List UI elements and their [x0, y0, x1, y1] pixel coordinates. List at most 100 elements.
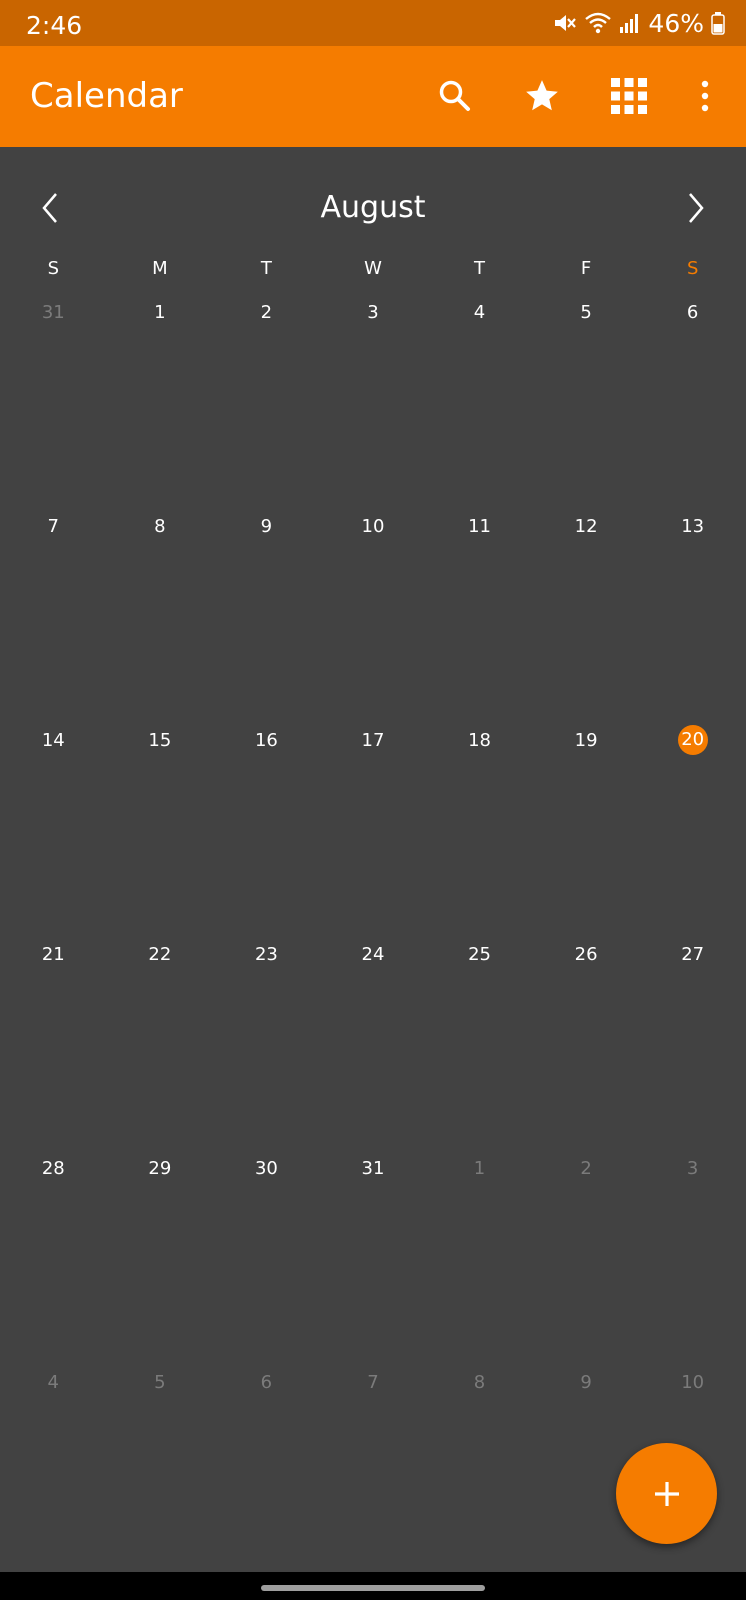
- day-number: 1: [473, 1158, 486, 1179]
- weekday-label: W: [364, 258, 382, 279]
- wifi-icon: [584, 10, 612, 36]
- day-number: 7: [367, 1372, 379, 1393]
- day-number: 7: [47, 516, 59, 537]
- day-number: 4: [473, 302, 486, 323]
- day-number: 13: [681, 516, 705, 537]
- day-cell[interactable]: 2: [533, 1142, 640, 1356]
- day-number: 1: [154, 302, 166, 323]
- search-icon: [439, 80, 470, 111]
- day-number: 23: [254, 944, 278, 965]
- signal-icon: [618, 10, 642, 36]
- add-event-button[interactable]: [616, 1443, 717, 1544]
- day-cell[interactable]: 21: [0, 928, 107, 1142]
- day-cell[interactable]: 7: [0, 500, 107, 714]
- day-number: 31: [41, 302, 65, 323]
- status-icons: 46%: [552, 8, 726, 38]
- day-cell[interactable]: 3: [639, 1142, 746, 1356]
- calendar-screen: 2:46 46% Calendar August S M T W T F S 3…: [0, 0, 746, 1600]
- day-cell[interactable]: 28: [0, 1142, 107, 1356]
- day-number: 2: [580, 1158, 592, 1179]
- day-cell[interactable]: 23: [213, 928, 320, 1142]
- week-row: 28 29 30 31 1 2 3: [0, 1142, 746, 1356]
- day-number: 6: [686, 302, 699, 323]
- day-cell[interactable]: 7: [320, 1356, 427, 1570]
- day-number: 25: [468, 944, 491, 965]
- day-number: 31: [361, 1158, 385, 1179]
- day-cell[interactable]: 1: [107, 286, 214, 500]
- day-number: 19: [574, 730, 598, 751]
- day-cell[interactable]: 9: [533, 1356, 640, 1570]
- day-cell[interactable]: 18: [426, 714, 533, 928]
- day-cell[interactable]: 24: [320, 928, 427, 1142]
- day-cell[interactable]: 31: [320, 1142, 427, 1356]
- day-number: 15: [148, 730, 172, 751]
- weekday-header: S M T W T F S: [0, 258, 746, 288]
- day-cell[interactable]: 8: [107, 500, 214, 714]
- day-number: 10: [361, 516, 385, 537]
- day-number: 10: [681, 1372, 705, 1393]
- more-options-button[interactable]: [679, 70, 731, 122]
- day-cell[interactable]: 13: [639, 500, 746, 714]
- day-cell[interactable]: 11: [426, 500, 533, 714]
- home-indicator[interactable]: [261, 1585, 485, 1591]
- day-number: 21: [41, 944, 65, 965]
- day-cell[interactable]: 27: [639, 928, 746, 1142]
- day-number: 3: [686, 1158, 699, 1179]
- weekday-label: F: [580, 258, 592, 279]
- day-cell[interactable]: 29: [107, 1142, 214, 1356]
- weekday-label: S: [686, 258, 699, 279]
- day-cell[interactable]: 30: [213, 1142, 320, 1356]
- app-bar: Calendar: [0, 46, 746, 147]
- day-number: 24: [361, 944, 385, 965]
- day-cell[interactable]: 31: [0, 286, 107, 500]
- day-cell-today[interactable]: 20: [639, 714, 746, 928]
- day-number: 12: [574, 516, 598, 537]
- day-cell[interactable]: 1: [426, 1142, 533, 1356]
- weekday-label: T: [260, 258, 272, 279]
- day-cell[interactable]: 4: [426, 286, 533, 500]
- month-grid: 31 1 2 3 4 5 6 7 8 9 10 11 12 13 14 15 16 17 18 19 20 21 22 23 2…: [0, 286, 746, 1570]
- day-cell[interactable]: 6: [639, 286, 746, 500]
- day-cell[interactable]: 9: [213, 500, 320, 714]
- month-header: August: [0, 147, 746, 267]
- week-row: 31 1 2 3 4 5 6: [0, 286, 746, 500]
- day-cell[interactable]: 6: [213, 1356, 320, 1570]
- next-month-button[interactable]: [676, 183, 716, 233]
- day-cell[interactable]: 10: [320, 500, 427, 714]
- day-number: 2: [260, 302, 273, 323]
- view-grid-button[interactable]: [603, 70, 655, 122]
- mute-icon: [552, 10, 578, 36]
- day-cell[interactable]: 5: [533, 286, 640, 500]
- day-number: 5: [580, 302, 592, 323]
- day-cell[interactable]: 3: [320, 286, 427, 500]
- day-cell[interactable]: 8: [426, 1356, 533, 1570]
- day-cell[interactable]: 25: [426, 928, 533, 1142]
- day-cell[interactable]: 5: [107, 1356, 214, 1570]
- day-cell[interactable]: 17: [320, 714, 427, 928]
- weekday-label: S: [47, 258, 59, 279]
- day-cell[interactable]: 26: [533, 928, 640, 1142]
- day-number: 11: [468, 516, 491, 537]
- week-row: 7 8 9 10 11 12 13: [0, 500, 746, 714]
- day-number: 16: [254, 730, 278, 751]
- day-cell[interactable]: 22: [107, 928, 214, 1142]
- favorites-button[interactable]: [516, 70, 568, 122]
- day-cell[interactable]: 14: [0, 714, 107, 928]
- day-number: 3: [367, 302, 379, 323]
- week-row: 14 15 16 17 18 19 20: [0, 714, 746, 928]
- day-number: 8: [473, 1372, 486, 1393]
- day-cell[interactable]: 19: [533, 714, 640, 928]
- day-number: 9: [260, 516, 273, 537]
- battery-percent: 46%: [648, 8, 704, 38]
- day-cell[interactable]: 4: [0, 1356, 107, 1570]
- day-cell[interactable]: 2: [213, 286, 320, 500]
- day-cell[interactable]: 16: [213, 714, 320, 928]
- day-number: 30: [254, 1158, 278, 1179]
- day-cell[interactable]: 15: [107, 714, 214, 928]
- day-number: 20: [677, 725, 708, 755]
- month-label[interactable]: August: [0, 190, 746, 225]
- day-cell[interactable]: 12: [533, 500, 640, 714]
- search-button[interactable]: [429, 70, 481, 122]
- day-number: 28: [41, 1158, 65, 1179]
- day-number: 6: [260, 1372, 273, 1393]
